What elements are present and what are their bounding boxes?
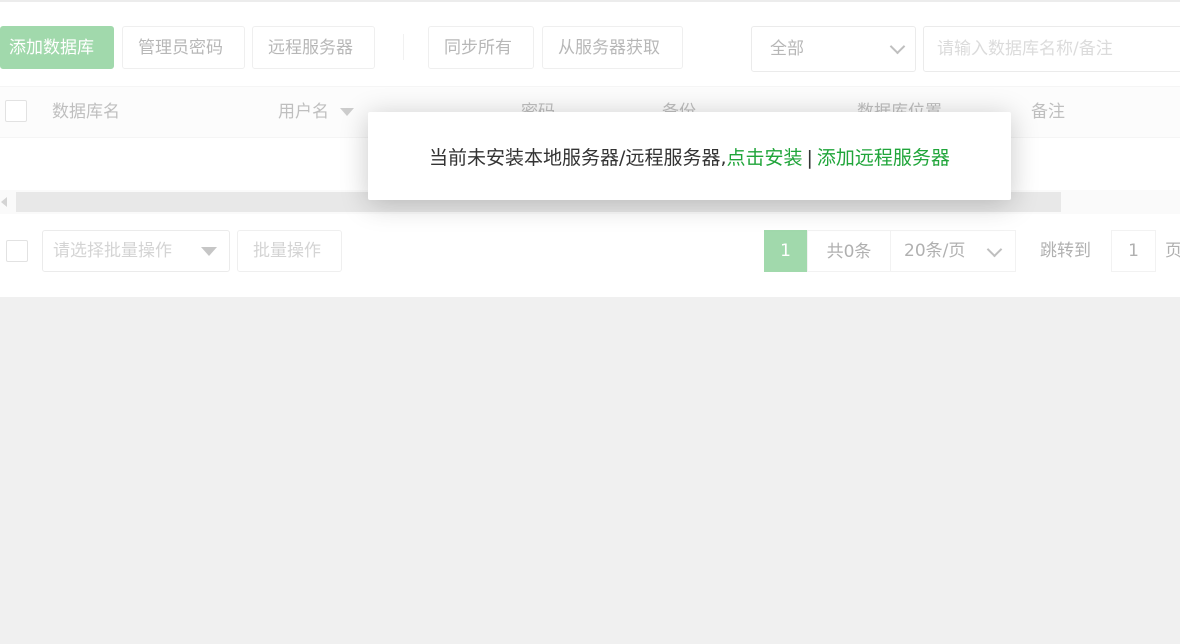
page-total: 共0条 (807, 230, 891, 272)
add-database-button[interactable]: 添加数据库 (0, 26, 114, 69)
jump-page-input[interactable]: 1 (1111, 230, 1156, 272)
column-db-name[interactable]: 数据库名 (52, 87, 120, 137)
search-placeholder: 请输入数据库名称/备注 (937, 39, 1113, 59)
page-unit-label: 页 (1165, 241, 1180, 261)
footer-select-checkbox[interactable] (6, 240, 28, 262)
add-remote-server-link[interactable]: 添加远程服务器 (817, 147, 950, 169)
caret-down-icon (201, 247, 217, 256)
caret-down-icon[interactable] (340, 108, 354, 116)
page-size-select[interactable]: 20条/页 (890, 230, 1016, 272)
batch-operation-select[interactable]: 请选择批量操作 (42, 230, 230, 272)
scroll-left-icon[interactable] (1, 197, 7, 207)
chevron-down-icon (986, 241, 1003, 258)
admin-password-button[interactable]: 管理员密码 (122, 26, 245, 69)
filter-select-value: 全部 (770, 39, 804, 59)
fetch-from-server-button[interactable]: 从服务器获取 (542, 26, 683, 69)
chevron-down-icon (889, 38, 906, 55)
batch-placeholder: 请选择批量操作 (53, 241, 172, 261)
toolbar-divider (403, 34, 404, 60)
column-remark: 备注 (1031, 102, 1065, 122)
install-link[interactable]: 点击安装 (727, 147, 803, 169)
select-all-checkbox[interactable] (5, 100, 27, 122)
no-server-notice: 当前未安装本地服务器/远程服务器,点击安装 | 添加远程服务器 (368, 112, 1011, 200)
page-current[interactable]: 1 (764, 230, 807, 272)
remote-server-button[interactable]: 远程服务器 (252, 26, 375, 69)
filter-select[interactable]: 全部 (751, 26, 916, 72)
link-separator: | (806, 147, 813, 169)
column-username[interactable]: 用户名 (278, 87, 329, 137)
jump-label: 跳转到 (1040, 241, 1091, 261)
notice-message: 当前未安装本地服务器/远程服务器, (429, 147, 727, 169)
batch-operation-button[interactable]: 批量操作 (237, 230, 342, 272)
search-input[interactable]: 请输入数据库名称/备注 (923, 26, 1180, 72)
sync-all-button[interactable]: 同步所有 (428, 26, 534, 69)
page-size-value: 20条/页 (904, 241, 966, 261)
